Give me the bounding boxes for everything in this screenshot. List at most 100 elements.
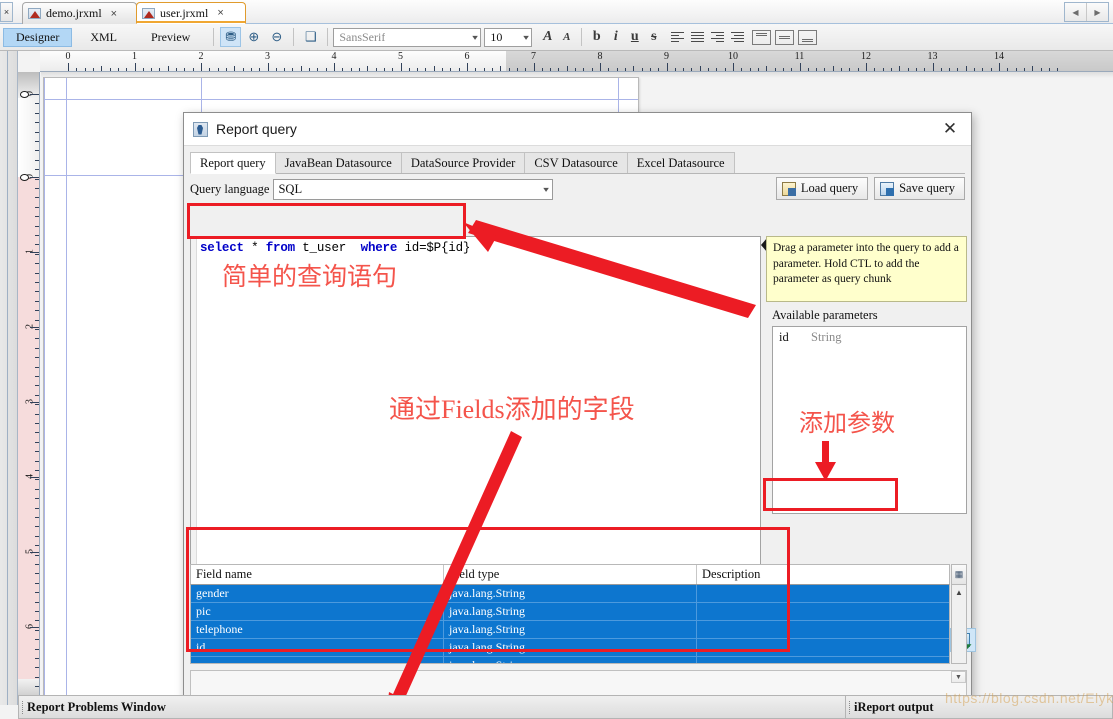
sql-token: t_user xyxy=(295,241,361,255)
column-header-field-name[interactable]: Field name xyxy=(191,565,444,584)
sql-query-text[interactable]: select * from t_user where id=$P{id} xyxy=(200,241,470,255)
file-tab-demo-close[interactable]: × xyxy=(111,8,117,20)
table-row[interactable]: pic java.lang.String xyxy=(191,603,949,621)
tabstrip-edge-button[interactable]: × xyxy=(0,2,13,22)
tab-preview[interactable]: Preview xyxy=(135,28,206,47)
column-chooser-icon[interactable]: ▦ xyxy=(952,565,966,585)
left-edge-bar xyxy=(0,51,18,705)
column-header-field-type[interactable]: Field type xyxy=(444,565,697,584)
ruler-tick xyxy=(667,63,668,71)
align-right-icon[interactable] xyxy=(707,28,727,47)
scroll-down-icon[interactable]: ▼ xyxy=(951,671,966,683)
folder-open-icon xyxy=(782,182,796,196)
underline-button[interactable]: u xyxy=(625,28,644,47)
tab-javabean-datasource[interactable]: JavaBean Datasource xyxy=(275,152,402,173)
ruler-guide-marker[interactable] xyxy=(20,174,29,181)
ruler-tick xyxy=(35,404,39,405)
ruler-tick xyxy=(650,68,651,71)
table-row[interactable]: id java.lang.String xyxy=(191,639,949,657)
align-center-icon[interactable] xyxy=(687,28,707,47)
ruler-tick xyxy=(409,68,410,71)
fields-table-body[interactable]: gender java.lang.String pic java.lang.St… xyxy=(190,585,950,664)
table-row[interactable]: username java.lang.String xyxy=(191,657,949,664)
dialog-title-bar[interactable]: Report query ✕ xyxy=(184,113,971,146)
chevron-down-icon: ▾ xyxy=(524,33,530,42)
ruler-tick xyxy=(500,66,501,71)
ruler-tick xyxy=(592,68,593,71)
ruler-tick xyxy=(517,68,518,71)
ruler-tick xyxy=(608,68,609,71)
tab-csv-datasource[interactable]: CSV Datasource xyxy=(524,152,627,173)
align-left-icon[interactable] xyxy=(667,28,687,47)
ruler-tick xyxy=(35,545,39,546)
ruler-tick xyxy=(359,68,360,71)
scroll-up-icon[interactable]: ▲ xyxy=(952,585,966,599)
tab-datasource-provider[interactable]: DataSource Provider xyxy=(401,152,525,173)
ruler-label: 0 xyxy=(66,51,71,62)
tab-xml[interactable]: XML xyxy=(74,28,133,47)
ireport-output-window[interactable]: iReport output xyxy=(845,695,1113,719)
ruler-tick xyxy=(35,602,39,603)
ruler-tick xyxy=(1057,68,1058,71)
increase-font-icon[interactable]: A xyxy=(538,28,557,47)
italic-button[interactable]: i xyxy=(606,28,625,47)
align-justify-icon[interactable] xyxy=(727,28,747,47)
ruler-tick xyxy=(1041,68,1042,71)
report-template-icon[interactable]: ❑ xyxy=(300,27,321,47)
ruler-tick xyxy=(143,68,144,71)
tab-excel-datasource[interactable]: Excel Datasource xyxy=(627,152,735,173)
parameter-name: id xyxy=(779,330,811,345)
zoom-out-icon[interactable]: ⊖ xyxy=(266,27,287,47)
table-row[interactable]: gender java.lang.String xyxy=(191,585,949,603)
list-item[interactable]: id String xyxy=(773,327,966,345)
ruler-tick xyxy=(816,68,817,71)
ruler-label: 8 xyxy=(598,51,603,62)
tab-report-query[interactable]: Report query xyxy=(190,152,276,174)
ruler-tick xyxy=(1032,66,1033,71)
ruler-tick xyxy=(35,555,39,556)
query-language-select[interactable]: SQL ▾ xyxy=(273,179,553,200)
dialog-title: Report query xyxy=(216,121,297,137)
column-header-description[interactable]: Description xyxy=(697,565,949,584)
load-query-button[interactable]: Load query xyxy=(776,177,868,200)
close-icon[interactable]: ✕ xyxy=(937,117,963,141)
font-size-select[interactable]: 10 ▾ xyxy=(484,28,532,47)
tab-scroll-next-icon[interactable]: ▶ xyxy=(1086,3,1108,21)
cell-field-type: java.lang.String xyxy=(444,657,697,664)
zoom-in-icon[interactable]: ⊕ xyxy=(243,27,264,47)
dialog-scroll-track[interactable]: ▼ xyxy=(190,670,967,696)
ruler-tick xyxy=(534,63,535,71)
file-tab-user-close[interactable]: × xyxy=(217,7,223,19)
tab-designer[interactable]: Designer xyxy=(3,28,72,47)
ruler-tick xyxy=(35,414,39,415)
valign-top-icon[interactable] xyxy=(752,30,771,45)
ruler-tick xyxy=(30,552,39,553)
ruler-tick xyxy=(617,68,618,71)
decrease-font-icon[interactable]: A xyxy=(557,28,576,47)
ruler-tick xyxy=(392,68,393,71)
ruler-guide-marker[interactable] xyxy=(20,91,29,98)
ruler-tick xyxy=(957,68,958,71)
bold-button[interactable]: b xyxy=(587,28,606,47)
ruler-tick xyxy=(118,68,119,71)
valign-bottom-icon[interactable] xyxy=(798,30,817,45)
cell-field-type: java.lang.String xyxy=(444,639,697,656)
file-tab-user[interactable]: user.jrxml × xyxy=(136,2,246,24)
save-query-button[interactable]: Save query xyxy=(874,177,965,200)
font-family-select[interactable]: SansSerif ▾ xyxy=(333,28,481,47)
table-row[interactable]: telephone java.lang.String xyxy=(191,621,949,639)
ruler-tick xyxy=(700,66,701,71)
file-tab-demo[interactable]: demo.jrxml × xyxy=(22,2,137,24)
dataset-icon[interactable]: ⛃ xyxy=(220,27,241,47)
strikethrough-button[interactable]: s xyxy=(644,28,663,47)
ruler-tick xyxy=(35,197,39,198)
ruler-tick xyxy=(342,68,343,71)
ruler-tick xyxy=(367,66,368,71)
fields-table-scrollbar[interactable]: ▦ ▲ xyxy=(951,564,967,664)
ruler-tick xyxy=(101,66,102,71)
cell-field-name: pic xyxy=(191,603,444,620)
tab-scroll-prev-icon[interactable]: ◀ xyxy=(1065,3,1086,21)
ruler-tick xyxy=(35,649,39,650)
ruler-tick xyxy=(193,68,194,71)
valign-middle-icon[interactable] xyxy=(775,30,794,45)
